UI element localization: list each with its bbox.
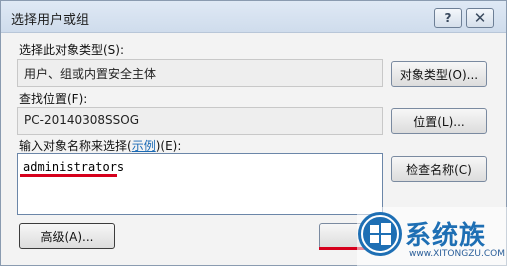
- red-underline-annotation: [20, 174, 117, 177]
- object-names-input[interactable]: administrators: [17, 153, 383, 215]
- object-type-label: 选择此对象类型(S):: [19, 43, 125, 57]
- dialog-title: 选择用户或组: [11, 13, 90, 28]
- object-types-button[interactable]: 对象类型(O)...: [391, 61, 487, 87]
- object-names-label-suffix: )(E):: [155, 139, 182, 153]
- location-field: PC-20140308SSOG: [17, 107, 383, 135]
- check-names-button[interactable]: 检查名称(C): [391, 156, 487, 182]
- title-bar: 选择用户或组 ? ✕: [1, 1, 506, 33]
- advanced-button[interactable]: 高级(A)...: [19, 223, 115, 249]
- object-names-label-prefix: 输入对象名称来选择(: [19, 139, 132, 153]
- examples-link[interactable]: 示例: [132, 139, 156, 153]
- object-names-value: administrators: [23, 160, 125, 174]
- watermark: 系统族 www.XITONGZU.COM: [357, 207, 507, 266]
- select-users-dialog: 选择用户或组 ? ✕ 选择此对象类型(S): 用户、组或内置安全主体 对象类型(…: [0, 0, 507, 266]
- object-names-label: 输入对象名称来选择(示例)(E):: [19, 137, 181, 154]
- watermark-brand: 系统族: [405, 221, 487, 251]
- help-button[interactable]: ?: [434, 8, 462, 28]
- locations-button[interactable]: 位置(L)...: [391, 108, 487, 134]
- windows-logo-icon: [358, 212, 402, 256]
- close-button[interactable]: ✕: [466, 8, 494, 28]
- object-type-field: 用户、组或内置安全主体: [17, 59, 383, 87]
- watermark-url: www.XITONGZU.COM: [409, 249, 505, 259]
- location-label: 查找位置(F):: [19, 92, 88, 106]
